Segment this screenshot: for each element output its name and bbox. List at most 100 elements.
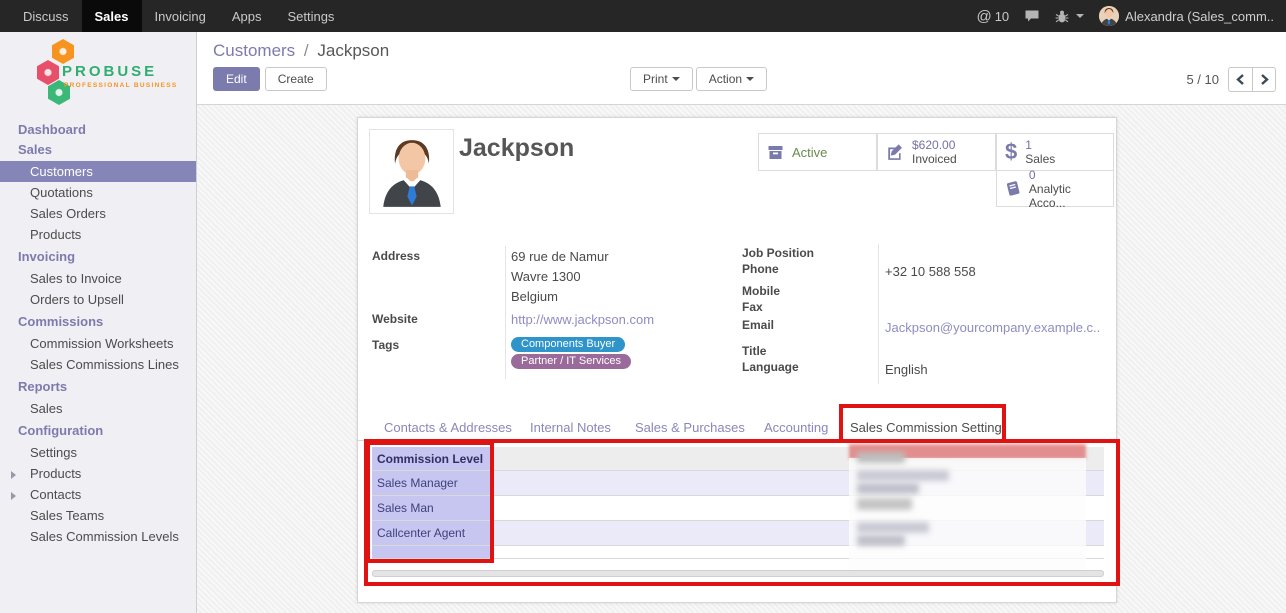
create-button[interactable]: Create <box>265 67 327 91</box>
commission-level-cell[interactable]: Callcenter Agent <box>372 521 490 545</box>
sidebar-menu: Dashboard Sales Customers Quotations Sal… <box>0 118 196 547</box>
tags-label: Tags <box>372 338 399 352</box>
caret-down-icon <box>672 77 680 81</box>
tab-contacts-addresses[interactable]: Contacts & Addresses <box>384 420 512 435</box>
at-icon: @ <box>976 8 991 25</box>
menu-settings[interactable]: Settings <box>274 0 347 32</box>
mentions-counter[interactable]: @ 10 <box>976 8 1009 25</box>
book-icon <box>1005 180 1021 197</box>
phone-value: +32 10 588 558 <box>885 264 976 279</box>
sidebar-item-products[interactable]: Products <box>0 224 196 245</box>
address-line-1: 69 rue de Namur <box>511 249 609 264</box>
active-status-label: Active <box>792 145 827 160</box>
sidebar-item-sales-commission-levels[interactable]: Sales Commission Levels <box>0 526 196 547</box>
commission-level-cell <box>372 546 490 558</box>
sidebar-header-reports[interactable]: Reports <box>0 375 196 398</box>
sidebar: PROBUSE PROFESSIONAL BUSINESS Dashboard … <box>0 32 197 613</box>
tag-components-buyer: Components Buyer <box>511 337 625 352</box>
sidebar-item-sales-orders[interactable]: Sales Orders <box>0 203 196 224</box>
sidebar-item-config-contacts[interactable]: Contacts <box>0 484 196 505</box>
sidebar-item-config-products[interactable]: Products <box>0 463 196 484</box>
tab-accounting[interactable]: Accounting <box>764 420 828 435</box>
logo-title: PROBUSE <box>62 63 157 80</box>
chevron-left-icon <box>1235 73 1246 86</box>
redacted-values-region <box>849 458 1086 570</box>
bug-icon <box>1055 9 1069 23</box>
sales-count: 1 <box>1025 138 1055 152</box>
address-line-2: Wavre 1300 <box>511 269 581 284</box>
menu-invoicing[interactable]: Invoicing <box>142 0 219 32</box>
language-label: Language <box>742 360 799 374</box>
redacted-blob <box>857 452 905 463</box>
sidebar-item-reports-sales[interactable]: Sales <box>0 398 196 419</box>
sidebar-item-commission-worksheets[interactable]: Commission Worksheets <box>0 333 196 354</box>
invoiced-amount: $620.00 <box>912 138 957 152</box>
tab-internal-notes[interactable]: Internal Notes <box>530 420 611 435</box>
website-link[interactable]: http://www.jackpson.com <box>511 312 654 327</box>
menu-discuss[interactable]: Discuss <box>10 0 82 32</box>
tab-sales-commission-setting[interactable]: Sales Commission Setting <box>850 420 1002 435</box>
customer-form-sheet: Jackpson Active $620.00 Invoiced $ 1 Sal… <box>357 117 1117 603</box>
active-stat-button[interactable]: Active <box>758 133 877 171</box>
sidebar-item-sales-to-invoice[interactable]: Sales to Invoice <box>0 268 196 289</box>
top-navbar: Discuss Sales Invoicing Apps Settings @ … <box>0 0 1286 32</box>
sidebar-item-sales-commissions-lines[interactable]: Sales Commissions Lines <box>0 354 196 375</box>
column-header-commission-level[interactable]: Commission Level <box>372 447 490 470</box>
title-label: Title <box>742 344 766 358</box>
table-scrollbar-track[interactable] <box>372 570 1104 577</box>
control-panel: Customers / Jackpson Edit Create Print A… <box>197 32 1286 105</box>
debug-menu[interactable] <box>1055 9 1084 23</box>
analytic-accounts-stat-button[interactable]: 0 Analytic Acco... <box>996 170 1114 207</box>
sidebar-item-settings[interactable]: Settings <box>0 442 196 463</box>
mention-count: 10 <box>995 9 1009 24</box>
record-title: Jackpson <box>459 134 574 163</box>
website-label: Website <box>372 312 418 326</box>
fax-label: Fax <box>742 300 763 314</box>
sidebar-header-commissions[interactable]: Commissions <box>0 310 196 333</box>
sidebar-header-invoicing[interactable]: Invoicing <box>0 245 196 268</box>
analytic-count: 0 <box>1029 168 1105 182</box>
logo-hexagon-magnifier-icon <box>37 60 59 85</box>
print-dropdown-button[interactable]: Print <box>630 67 693 91</box>
commission-level-cell[interactable]: Sales Manager <box>372 471 490 495</box>
logo-hexagon-gear-icon <box>52 39 74 64</box>
sales-stat-button[interactable]: $ 1 Sales <box>996 133 1114 171</box>
sidebar-item-orders-to-upsell[interactable]: Orders to Upsell <box>0 289 196 310</box>
messages-icon[interactable] <box>1024 9 1040 23</box>
sidebar-header-configuration[interactable]: Configuration <box>0 419 196 442</box>
menu-apps[interactable]: Apps <box>219 0 275 32</box>
user-menu[interactable]: Alexandra (Sales_comm.. <box>1099 6 1274 26</box>
redacted-blob <box>857 483 919 494</box>
sidebar-header-dashboard[interactable]: Dashboard <box>0 118 196 141</box>
pager-previous-button[interactable] <box>1228 67 1252 92</box>
address-label: Address <box>372 249 420 263</box>
breadcrumb-customers-link[interactable]: Customers <box>213 41 295 60</box>
redacted-blob <box>857 498 912 510</box>
pager-next-button[interactable] <box>1252 67 1276 92</box>
chevron-right-icon <box>11 471 16 479</box>
tag-partner-it-services: Partner / IT Services <box>511 354 631 369</box>
field-group-divider <box>505 246 506 379</box>
invoiced-stat-button[interactable]: $620.00 Invoiced <box>877 133 996 171</box>
edit-button[interactable]: Edit <box>213 67 260 91</box>
sidebar-item-sales-teams[interactable]: Sales Teams <box>0 505 196 526</box>
sidebar-item-customers[interactable]: Customers <box>0 161 196 182</box>
probuse-logo[interactable]: PROBUSE PROFESSIONAL BUSINESS <box>0 32 196 118</box>
dollar-icon: $ <box>1005 139 1017 165</box>
language-value: English <box>885 362 928 377</box>
sidebar-header-sales[interactable]: Sales <box>0 141 196 161</box>
menu-sales[interactable]: Sales <box>82 0 142 32</box>
chevron-right-icon <box>1259 73 1270 86</box>
tab-sales-purchases[interactable]: Sales & Purchases <box>635 420 745 435</box>
pager: 5 / 10 <box>1186 67 1276 92</box>
user-name: Alexandra (Sales_comm.. <box>1125 9 1274 24</box>
customer-photo[interactable] <box>369 129 454 214</box>
caret-down-icon <box>746 77 754 81</box>
email-link[interactable]: Jackpson@yourcompany.example.c.. <box>885 320 1100 335</box>
action-dropdown-button[interactable]: Action <box>696 67 767 91</box>
commission-level-cell[interactable]: Sales Man <box>372 496 490 520</box>
tabs-divider <box>358 440 1116 441</box>
pager-counter: 5 / 10 <box>1186 72 1219 87</box>
address-line-3: Belgium <box>511 289 558 304</box>
sidebar-item-quotations[interactable]: Quotations <box>0 182 196 203</box>
